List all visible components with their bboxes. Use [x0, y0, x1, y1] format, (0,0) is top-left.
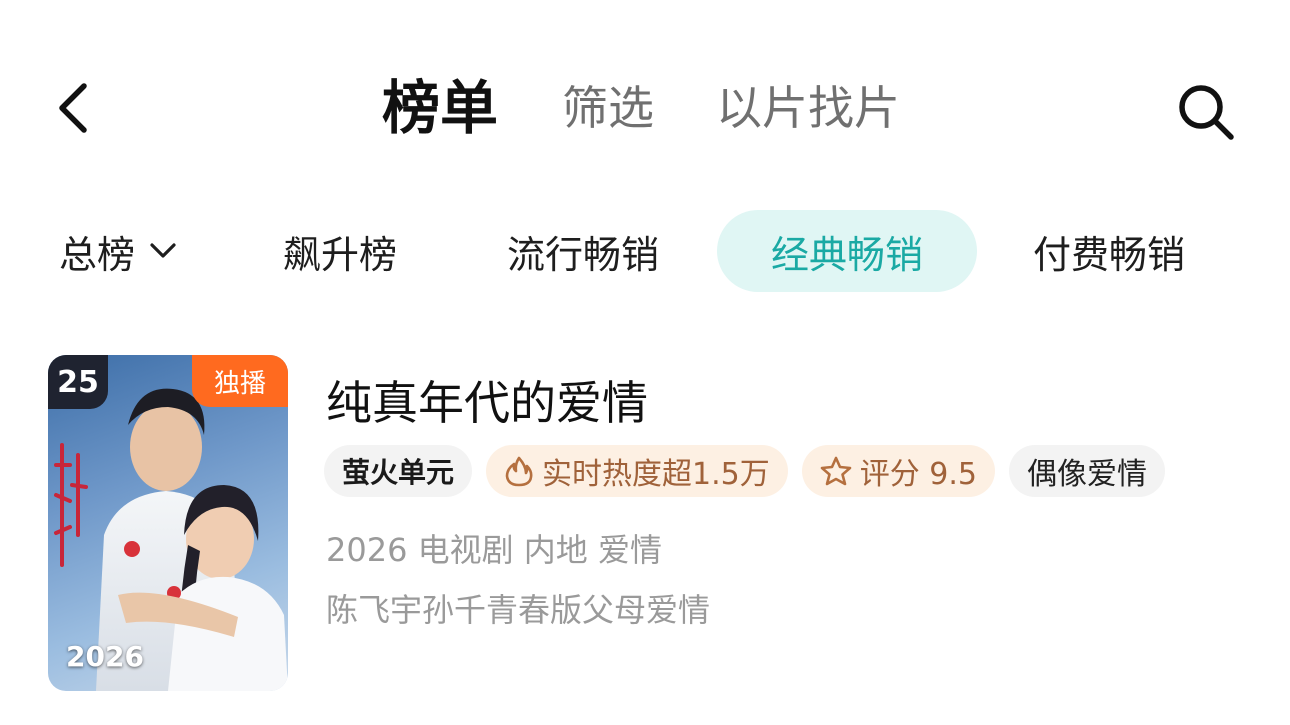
poster-year: 2026	[66, 640, 144, 673]
star-outline-icon	[820, 455, 852, 487]
chevron-down-icon	[149, 242, 177, 260]
genre-tag[interactable]: 偶像爱情	[1008, 445, 1165, 497]
top-tabs: 榜单 筛选 以片找片	[382, 60, 962, 156]
tab-find-by-video[interactable]: 以片找片	[716, 85, 900, 131]
search-icon	[1179, 85, 1234, 140]
drama-poster[interactable]: 25 独播 2026	[48, 355, 288, 691]
drama-title[interactable]: 纯真年代的爱情	[326, 367, 648, 433]
subtab-rising[interactable]: 飙升榜	[264, 210, 416, 292]
rating-tag[interactable]: 评分 9.5	[801, 445, 995, 497]
top-nav-bar: 榜单 筛选 以片找片	[0, 60, 1290, 156]
ranking-subtabs: 总榜 飙升榜 流行畅销 经典畅销 付费畅销	[0, 210, 1290, 292]
subtab-classic-bestseller[interactable]: 经典畅销	[717, 210, 977, 292]
meta-info: 2026 电视剧 内地 爱情	[326, 531, 662, 569]
back-button[interactable]	[44, 78, 100, 138]
flame-icon	[504, 455, 534, 487]
tab-ranking[interactable]: 榜单	[382, 79, 498, 137]
brand-tag-label: 萤火单元	[342, 456, 455, 489]
brand-tag[interactable]: 萤火单元	[324, 445, 473, 497]
heat-tag[interactable]: 实时热度超1.5万	[486, 445, 788, 497]
list-item[interactable]: 25 独播 2026 纯真年代的爱情 萤火单元 实时热度超1.5万 评分 9.5…	[48, 355, 1248, 693]
tag-row: 萤火单元 实时热度超1.5万 评分 9.5 偶像爱情	[324, 445, 1179, 497]
tab-filter[interactable]: 筛选	[562, 85, 654, 131]
subtab-paid-bestseller[interactable]: 付费畅销	[1012, 210, 1206, 292]
heat-tag-label: 实时热度超1.5万	[542, 457, 770, 492]
description: 陈飞宇孙千青春版父母爱情	[326, 591, 711, 629]
subtab-overall[interactable]: 总榜	[48, 210, 188, 292]
search-button[interactable]	[1170, 76, 1242, 148]
chevron-left-icon	[59, 83, 87, 133]
rank-badge: 25	[48, 355, 108, 409]
subtab-popular-bestseller[interactable]: 流行畅销	[486, 210, 680, 292]
rating-tag-label: 评分 9.5	[859, 457, 977, 492]
exclusive-badge: 独播	[192, 355, 288, 407]
subtab-overall-label: 总榜	[58, 232, 135, 277]
